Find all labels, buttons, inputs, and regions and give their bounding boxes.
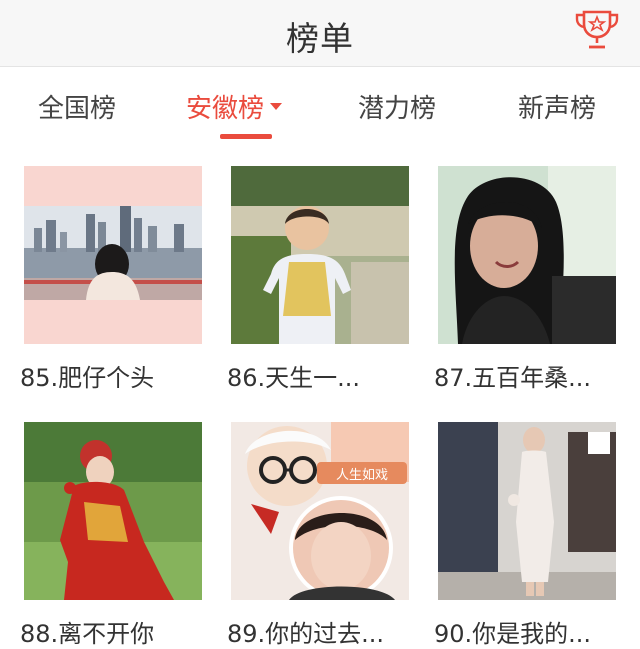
avatar[interactable] xyxy=(24,422,202,600)
tab-anhui[interactable]: 安徽榜 xyxy=(186,88,283,125)
card-title: 87.五百年桑... xyxy=(434,364,592,392)
card-title: 90.你是我的... xyxy=(434,620,592,648)
rank-card[interactable]: 人生如戏 89.你的过去... xyxy=(227,422,409,648)
tab-anhui-label: 安徽榜 xyxy=(186,94,265,124)
rank-card[interactable]: 90.你是我的... xyxy=(434,422,616,648)
tab-potential[interactable]: 潜力榜 xyxy=(358,88,436,125)
card-title: 89.你的过去... xyxy=(227,620,385,648)
avatar[interactable] xyxy=(231,166,409,344)
tab-national[interactable]: 全国榜 xyxy=(38,88,116,125)
avatar[interactable]: 人生如戏 xyxy=(231,422,409,600)
ranking-tabs: 全国榜 安徽榜 潜力榜 新声榜 xyxy=(0,68,640,148)
avatar[interactable] xyxy=(24,166,202,344)
card-title: 88.离不开你 xyxy=(20,620,155,648)
tab-new-voice[interactable]: 新声榜 xyxy=(518,88,596,125)
caret-down-icon xyxy=(270,103,283,110)
rank-card[interactable]: 85.肥仔个头 xyxy=(20,166,202,396)
card-title: 85.肥仔个头 xyxy=(20,364,155,392)
app-header: 榜单 xyxy=(0,0,640,67)
card-title: 86.天生一... xyxy=(227,364,361,392)
avatar[interactable] xyxy=(438,422,616,600)
rank-card[interactable]: 86.天生一... xyxy=(227,166,409,396)
rank-card[interactable]: 87.五百年桑... xyxy=(434,166,616,396)
avatar[interactable] xyxy=(438,166,616,344)
rank-card[interactable]: 88.离不开你 xyxy=(20,422,202,648)
overlay-text: 人生如戏 xyxy=(336,467,388,483)
active-tab-indicator xyxy=(220,134,272,139)
page-title: 榜单 xyxy=(286,19,354,58)
trophy-icon[interactable] xyxy=(574,8,620,52)
